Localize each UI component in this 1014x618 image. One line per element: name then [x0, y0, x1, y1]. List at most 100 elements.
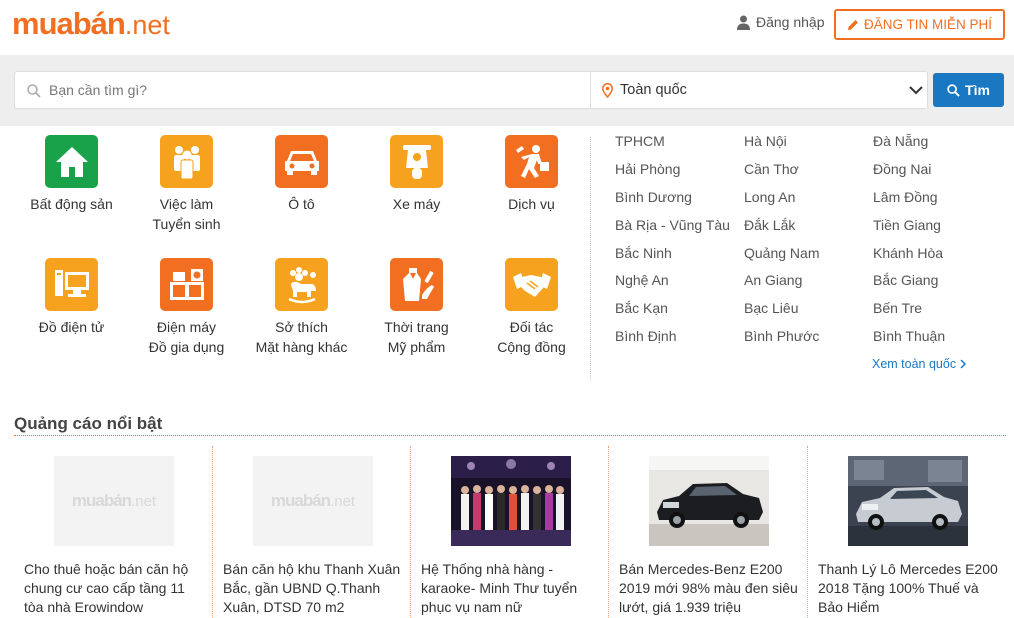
- placeholder-logo-image: muabán .net: [54, 456, 174, 546]
- featured-ad-card[interactable]: muabán .net Cho thuê hoặc bán căn hộ chun…: [14, 446, 212, 618]
- city-link[interactable]: Hải Phòng: [615, 161, 680, 177]
- placeholder-logo-net: .net: [330, 492, 356, 510]
- category-label-2: Tuyển sinh: [152, 216, 221, 232]
- group-photo-image: [451, 456, 571, 546]
- city-link[interactable]: Quảng Nam: [744, 245, 819, 261]
- hobby-icon: [275, 258, 328, 311]
- ad-title[interactable]: Bán căn hộ khu Thanh Xuân Bắc, gần UBND …: [223, 560, 403, 617]
- category-cars[interactable]: Ô tô: [244, 135, 359, 214]
- featured-ad-card[interactable]: Hệ Thống nhà hàng - karaoke- Minh Thư tu…: [411, 446, 609, 618]
- silver-car-image: [848, 456, 968, 546]
- city-link[interactable]: Cần Thơ: [744, 161, 799, 177]
- category-real-estate[interactable]: Bất động sản: [14, 135, 129, 214]
- category-appliances[interactable]: Điện máy Đồ gia dụng: [129, 258, 244, 357]
- featured-underline: [14, 435, 1006, 436]
- category-label: Thời trang: [384, 319, 449, 335]
- category-label: Đồ điện tử: [38, 319, 105, 335]
- post-free-ad-button[interactable]: ĐĂNG TIN MIỄN PHÍ: [834, 9, 1005, 40]
- header: muabán .net Đăng nhập ĐĂNG TIN MIỄN PHÍ: [0, 0, 1014, 55]
- category-label-2: Mỹ phẩm: [387, 339, 446, 355]
- search-button-icon: [947, 83, 960, 97]
- computer-icon: [45, 258, 98, 311]
- section-divider: [590, 137, 591, 380]
- city-link[interactable]: TPHCM: [615, 133, 665, 149]
- category-partners[interactable]: Đối tác Cộng đồng: [474, 258, 589, 357]
- category-label-2: Mặt hàng khác: [255, 339, 348, 355]
- user-icon: [737, 15, 750, 30]
- placeholder-logo-net: .net: [131, 492, 157, 510]
- black-car-image: [649, 456, 769, 546]
- ad-title[interactable]: Hệ Thống nhà hàng - karaoke- Minh Thư tu…: [421, 560, 601, 617]
- location-pin-icon: [602, 83, 613, 98]
- city-link[interactable]: Bình Dương: [615, 189, 692, 205]
- city-link[interactable]: Bà Rịa - Vũng Tàu: [615, 217, 730, 233]
- category-services[interactable]: Dịch vụ: [474, 135, 589, 214]
- category-fashion[interactable]: Thời trang Mỹ phẩm: [359, 258, 474, 357]
- chevron-down-icon[interactable]: [909, 86, 923, 95]
- city-link[interactable]: Bến Tre: [873, 300, 922, 316]
- featured-ad-card[interactable]: muabán .net Bán căn hộ khu Thanh Xuân Bắc…: [213, 446, 411, 618]
- placeholder-logo-text: muabán: [270, 491, 331, 510]
- category-grid: Bất động sản Việc làm Tuyển sinh Ô tô Xe …: [0, 126, 590, 386]
- city-link[interactable]: Tiền Giang: [873, 217, 941, 233]
- placeholder-logo-text: muabán: [71, 491, 132, 510]
- city-link[interactable]: Đồng Nai: [873, 161, 931, 177]
- search-input[interactable]: [49, 72, 589, 108]
- featured-ad-card[interactable]: Thanh Lý Lô Mercedes E200 2018 Tặng 100%…: [808, 446, 1006, 618]
- city-link[interactable]: Bình Định: [615, 328, 676, 344]
- category-label: Ô tô: [288, 196, 315, 212]
- search-icon: [27, 84, 41, 98]
- see-all-label: Xem toàn quốc: [872, 357, 957, 371]
- car-icon: [275, 135, 328, 188]
- login-label: Đăng nhập: [756, 14, 825, 30]
- ad-title[interactable]: Bán Mercedes-Benz E200 2019 mới 98% màu …: [619, 560, 799, 617]
- category-label: Điện máy: [156, 319, 217, 335]
- category-label: Xe máy: [392, 196, 441, 212]
- search-button[interactable]: Tìm: [933, 73, 1004, 107]
- featured-section-title: Quảng cáo nổi bật: [14, 414, 163, 433]
- chevron-right-icon: [960, 359, 967, 369]
- location-select[interactable]: Toàn quốc: [620, 82, 687, 98]
- category-label-2: Đồ gia dụng: [148, 339, 225, 355]
- fashion-icon: [390, 258, 443, 311]
- city-link[interactable]: Bạc Liêu: [744, 300, 798, 316]
- logo-main-text: muabán: [12, 6, 126, 41]
- city-link[interactable]: Khánh Hòa: [873, 245, 943, 261]
- people-icon: [160, 135, 213, 188]
- city-link[interactable]: Bắc Giang: [873, 272, 938, 288]
- site-logo[interactable]: muabán .net: [12, 6, 170, 42]
- logo-net-text: .net: [124, 10, 170, 40]
- pencil-icon: [847, 19, 858, 30]
- category-label: Bất động sản: [30, 196, 113, 212]
- see-all-cities-link[interactable]: Xem toàn quốc: [872, 357, 967, 371]
- category-label: Đối tác: [509, 319, 554, 335]
- city-link[interactable]: Lâm Đồng: [873, 189, 938, 205]
- category-label-2: Cộng đồng: [497, 339, 566, 355]
- city-link[interactable]: Bình Phước: [744, 328, 819, 344]
- handshake-icon: [505, 258, 558, 311]
- ad-title[interactable]: Thanh Lý Lô Mercedes E200 2018 Tặng 100%…: [818, 560, 998, 617]
- city-link[interactable]: An Giang: [744, 272, 802, 288]
- featured-ad-card[interactable]: Bán Mercedes-Benz E200 2019 mới 98% màu …: [609, 446, 807, 618]
- category-motorbikes[interactable]: Xe máy: [359, 135, 474, 214]
- login-link[interactable]: Đăng nhập: [737, 14, 825, 30]
- house-icon: [45, 135, 98, 188]
- category-electronics[interactable]: Đồ điện tử: [14, 258, 129, 337]
- ad-title[interactable]: Cho thuê hoặc bán căn hộ chung cư cao cấ…: [24, 560, 204, 617]
- city-link[interactable]: Long An: [744, 189, 795, 205]
- category-hobbies[interactable]: Sở thích Mặt hàng khác: [244, 258, 359, 357]
- city-link[interactable]: Đắk Lắk: [744, 217, 795, 233]
- category-label: Dịch vụ: [508, 196, 555, 212]
- city-link[interactable]: Bắc Ninh: [615, 245, 672, 261]
- search-box: Toàn quốc: [14, 71, 928, 109]
- city-link[interactable]: Hà Nội: [744, 133, 787, 149]
- city-link[interactable]: Nghệ An: [615, 272, 669, 288]
- city-link[interactable]: Bắc Kạn: [615, 300, 668, 316]
- search-bar: Toàn quốc Tìm: [0, 55, 1014, 126]
- category-label: Việc làm: [159, 196, 214, 212]
- city-link[interactable]: Bình Thuận: [873, 328, 945, 344]
- appliance-icon: [160, 258, 213, 311]
- category-jobs[interactable]: Việc làm Tuyển sinh: [129, 135, 244, 234]
- city-link[interactable]: Đà Nẵng: [873, 133, 928, 149]
- placeholder-logo-image: muabán .net: [253, 456, 373, 546]
